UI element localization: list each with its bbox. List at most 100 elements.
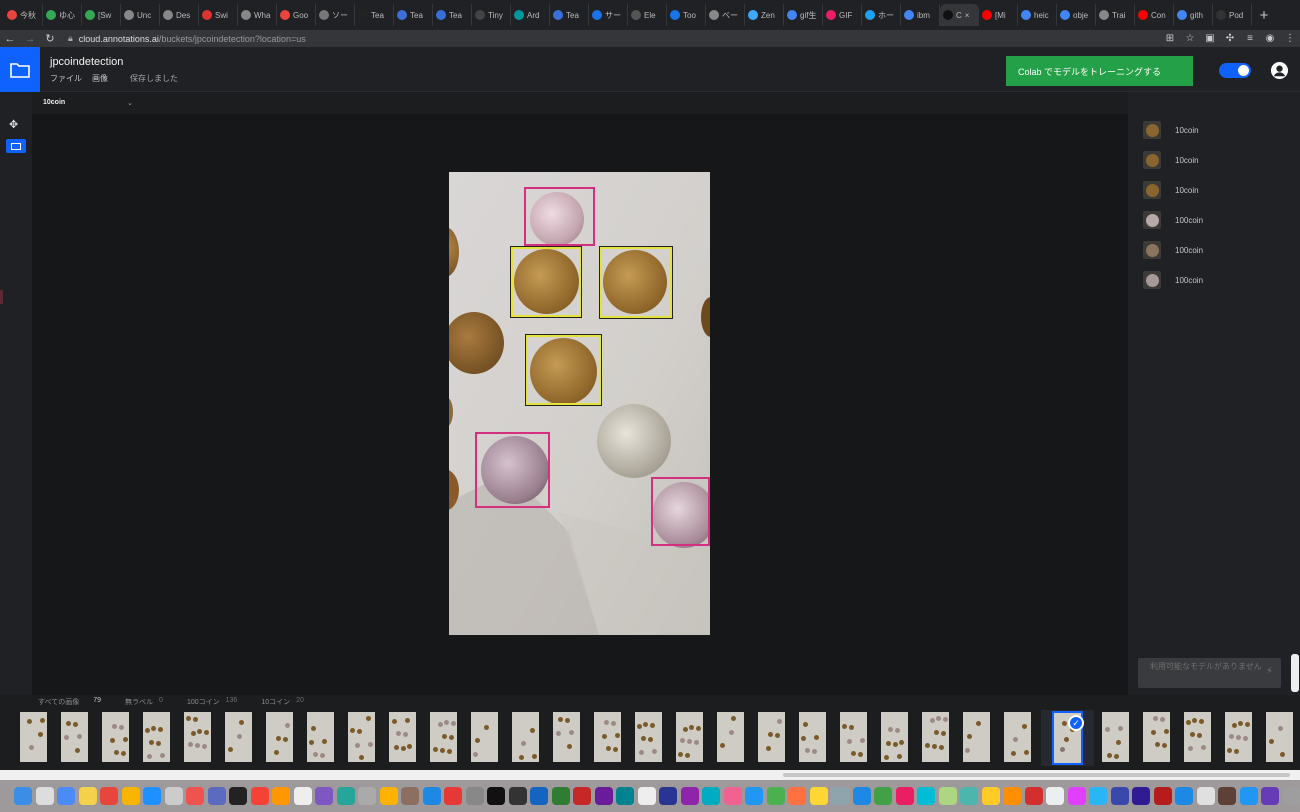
annotation-item[interactable]: 10coin — [1143, 180, 1293, 200]
move-tool-icon[interactable]: ✥ — [9, 118, 18, 131]
dock-app-icon[interactable] — [1261, 787, 1279, 805]
extension-icon[interactable]: ▣ — [1200, 33, 1220, 44]
browser-tab[interactable]: Con — [1135, 4, 1174, 26]
filmstrip-thumbnail[interactable] — [266, 712, 293, 762]
filmstrip-thumbnail[interactable] — [20, 712, 47, 762]
browser-tab[interactable]: 今秋 — [4, 4, 43, 26]
filmstrip-thumbnail[interactable] — [840, 712, 867, 762]
filmstrip-thumbnail[interactable] — [1004, 712, 1031, 762]
dock-app-icon[interactable] — [358, 787, 376, 805]
dock-app-icon[interactable] — [186, 787, 204, 805]
filmstrip-selected-frame[interactable] — [1041, 710, 1094, 766]
dock-app-icon[interactable] — [250, 787, 269, 805]
browser-tab[interactable]: ibm — [901, 4, 940, 26]
menu-kebab-icon[interactable]: ⋮ — [1280, 33, 1300, 44]
box-tool-button[interactable] — [6, 139, 26, 153]
bookmark-star-icon[interactable]: ☆ — [1180, 33, 1200, 44]
dock-app-icon[interactable] — [422, 787, 441, 805]
translate-icon[interactable]: ⊞ — [1160, 33, 1180, 44]
dock-app-icon[interactable] — [723, 787, 742, 805]
panel-scrollbar[interactable] — [1291, 654, 1299, 692]
dock-app-icon[interactable] — [1046, 787, 1064, 805]
dock-app-icon[interactable] — [852, 787, 871, 805]
filmstrip-thumbnail[interactable] — [676, 712, 703, 762]
browser-tab[interactable]: ホー — [862, 4, 901, 26]
filmstrip-thumbnail[interactable] — [184, 712, 211, 762]
browser-tab[interactable]: [Sw — [82, 4, 121, 26]
filmstrip-thumbnail[interactable] — [61, 712, 88, 762]
dock-app-icon[interactable] — [78, 787, 97, 805]
annotation-item[interactable]: 100coin — [1143, 270, 1293, 290]
filmstrip-thumbnail[interactable] — [1266, 712, 1293, 762]
dock-app-icon[interactable] — [1110, 787, 1129, 805]
dock-app-icon[interactable] — [207, 787, 226, 805]
dock-app-icon[interactable] — [143, 787, 161, 805]
filmstrip-thumbnail[interactable] — [881, 712, 908, 762]
dock-app-icon[interactable] — [272, 787, 290, 805]
browser-tab[interactable]: Unc — [121, 4, 160, 26]
forward-icon[interactable]: → — [20, 33, 40, 45]
filmstrip-thumbnail[interactable] — [799, 712, 826, 762]
browser-tab[interactable]: ベー — [706, 4, 745, 26]
bbox-10coin[interactable] — [510, 246, 582, 318]
dock-app-icon[interactable] — [1196, 787, 1215, 805]
browser-tab[interactable]: Pod — [1213, 4, 1252, 26]
profile-icon[interactable]: ◉ — [1260, 33, 1280, 44]
browser-tab[interactable]: Goo — [277, 4, 316, 26]
dock-app-icon[interactable] — [1218, 787, 1236, 805]
filmstrip-thumbnail[interactable] — [307, 712, 334, 762]
filmstrip-thumbnail[interactable] — [963, 712, 990, 762]
dock-app-icon[interactable] — [229, 787, 247, 805]
dock-app-icon[interactable] — [616, 787, 634, 805]
filmstrip-thumbnail[interactable] — [1102, 712, 1129, 762]
scrollbar-thumb[interactable] — [783, 773, 1290, 777]
browser-tab[interactable]: gith — [1174, 4, 1213, 26]
dock-app-icon[interactable] — [1003, 787, 1021, 805]
browser-tab[interactable]: GIF — [823, 4, 862, 26]
dock-app-icon[interactable] — [573, 787, 591, 805]
browser-tab[interactable]: Tea — [355, 4, 394, 26]
folder-button[interactable] — [0, 47, 40, 92]
dock-app-icon[interactable] — [960, 787, 978, 805]
dock-app-icon[interactable] — [680, 787, 699, 805]
dock-app-icon[interactable] — [637, 787, 656, 805]
filter-all-images[interactable]: すべての画像 — [38, 697, 79, 707]
filmstrip-thumbnail[interactable] — [430, 712, 457, 762]
filmstrip-thumbnail[interactable] — [1225, 712, 1252, 762]
dock-app-icon[interactable] — [745, 787, 763, 805]
user-avatar-icon[interactable] — [1270, 61, 1289, 80]
browser-tab[interactable]: heic — [1018, 4, 1057, 26]
menu-image[interactable]: 画像 — [92, 73, 108, 84]
dock-app-icon[interactable] — [530, 787, 548, 805]
browser-tab[interactable]: obje — [1057, 4, 1096, 26]
filmstrip-thumbnail[interactable] — [717, 712, 744, 762]
bbox-100coin[interactable] — [524, 187, 595, 246]
dock-app-icon[interactable] — [788, 787, 806, 805]
filmstrip-thumbnail[interactable] — [143, 712, 170, 762]
dock-app-icon[interactable] — [1067, 787, 1086, 805]
bbox-100coin[interactable] — [651, 477, 710, 546]
label-dropdown[interactable]: 10coin ⌄ — [43, 99, 133, 107]
bbox-10coin[interactable] — [525, 334, 602, 406]
menu-file[interactable]: ファイル — [50, 73, 82, 84]
address-bar[interactable]: 🔒︎ cloud.annotations.ai/buckets/jpcoinde… — [68, 33, 1160, 44]
filmstrip-thumbnail[interactable] — [512, 712, 539, 762]
bbox-100coin[interactable] — [475, 432, 550, 508]
filmstrip-thumbnail[interactable] — [553, 712, 580, 762]
close-tab-icon[interactable]: × — [965, 11, 970, 20]
filmstrip-thumbnail[interactable] — [348, 712, 375, 762]
browser-tab[interactable]: Tiny — [472, 4, 511, 26]
dock-app-icon[interactable] — [336, 787, 355, 805]
puzzle-icon[interactable]: ✣ — [1220, 33, 1240, 44]
dock-app-icon[interactable] — [444, 787, 462, 805]
dock-app-icon[interactable] — [164, 787, 183, 805]
dock-app-icon[interactable] — [895, 787, 914, 805]
annotation-item[interactable]: 10coin — [1143, 120, 1293, 140]
train-in-colab-button[interactable]: Colab でモデルをトレーニングする — [1006, 56, 1193, 86]
filmstrip-thumbnail[interactable] — [389, 712, 416, 762]
model-selector[interactable]: 利用可能なモデルがありません ⚡︎ — [1138, 658, 1281, 688]
dock-app-icon[interactable] — [1175, 787, 1193, 805]
dock-app-icon[interactable] — [766, 787, 785, 805]
filmstrip-thumbnail[interactable] — [758, 712, 785, 762]
browser-tab[interactable]: サー — [589, 4, 628, 26]
